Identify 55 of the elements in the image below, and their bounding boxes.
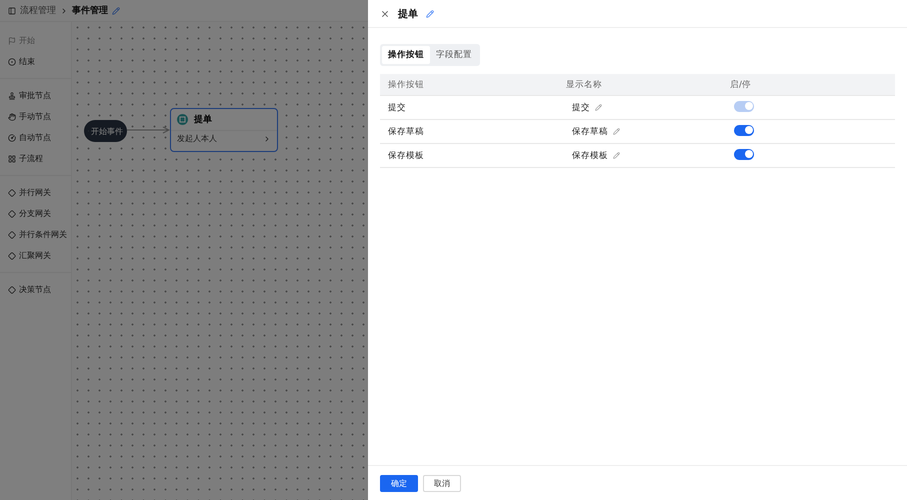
palette-item[interactable]: 决策节点 <box>0 279 71 300</box>
column-header: 启/停 <box>729 78 752 90</box>
diamond-icon <box>8 230 16 238</box>
edit-icon[interactable] <box>613 152 620 159</box>
column-header: 显示名称 <box>565 78 603 90</box>
hand-icon <box>8 112 16 120</box>
palette-item[interactable]: 子流程 <box>0 148 71 169</box>
palette-item[interactable]: 手动节点 <box>0 106 71 127</box>
table-cell-text: 提交 <box>571 102 590 114</box>
toggle-switch[interactable] <box>734 124 754 136</box>
edit-icon[interactable] <box>426 10 434 18</box>
palette-item[interactable]: 结束 <box>0 51 71 72</box>
gauge-icon <box>8 134 16 142</box>
edit-icon[interactable] <box>112 6 120 14</box>
node-assignee: 发起人本人 <box>177 133 217 144</box>
panel-icon <box>8 6 16 14</box>
table-cell-text: 保存模板 <box>387 150 425 162</box>
diamond-icon <box>8 252 16 260</box>
palette-item[interactable]: 汇聚网关 <box>0 245 71 266</box>
table-cell-text: 保存草稿 <box>571 126 608 138</box>
cancel-button[interactable]: 取消 <box>423 474 461 492</box>
table-cell-text: 提交 <box>387 102 407 114</box>
stamp-icon <box>8 92 16 100</box>
flag-icon <box>8 36 16 44</box>
palette-item[interactable]: 并行条件网关 <box>0 224 71 245</box>
breadcrumb-link[interactable]: 流程管理 <box>20 4 56 17</box>
close-icon[interactable] <box>380 8 390 18</box>
confirm-button[interactable]: 确定 <box>380 474 418 492</box>
node-icon <box>177 114 188 125</box>
toggle-switch[interactable] <box>734 148 754 160</box>
chevron-icon <box>60 6 68 14</box>
node-label: 开始事件 <box>91 126 123 136</box>
table-cell-text: 保存模板 <box>571 150 608 162</box>
page-title: 事件管理 <box>72 4 108 17</box>
palette-item[interactable]: 并行网关 <box>0 182 71 203</box>
task-node[interactable]: 提单 发起人本人 <box>170 108 278 152</box>
tab[interactable]: 字段配置 <box>430 46 478 64</box>
palette-item[interactable]: 分支网关 <box>0 203 71 224</box>
edit-icon[interactable] <box>613 128 620 135</box>
circle-dot-icon <box>8 58 16 66</box>
palette-item[interactable]: 审批节点 <box>0 85 71 106</box>
column-header: 操作按钮 <box>387 78 425 90</box>
modal-overlay[interactable] <box>0 0 368 500</box>
connector-arrow <box>127 126 170 134</box>
diamond-icon <box>8 286 16 294</box>
drawer-title: 提单 <box>398 8 418 20</box>
tab[interactable]: 操作按钮 <box>382 46 430 64</box>
diamond-icon <box>8 188 16 196</box>
grid-icon <box>8 154 16 162</box>
palette-item[interactable]: 自动节点 <box>0 127 71 148</box>
chevron-icon <box>263 134 271 142</box>
diamond-icon <box>8 210 16 218</box>
table-cell-text: 保存草稿 <box>387 126 425 138</box>
edit-icon[interactable] <box>595 104 602 111</box>
node-title: 提单 <box>194 114 212 126</box>
